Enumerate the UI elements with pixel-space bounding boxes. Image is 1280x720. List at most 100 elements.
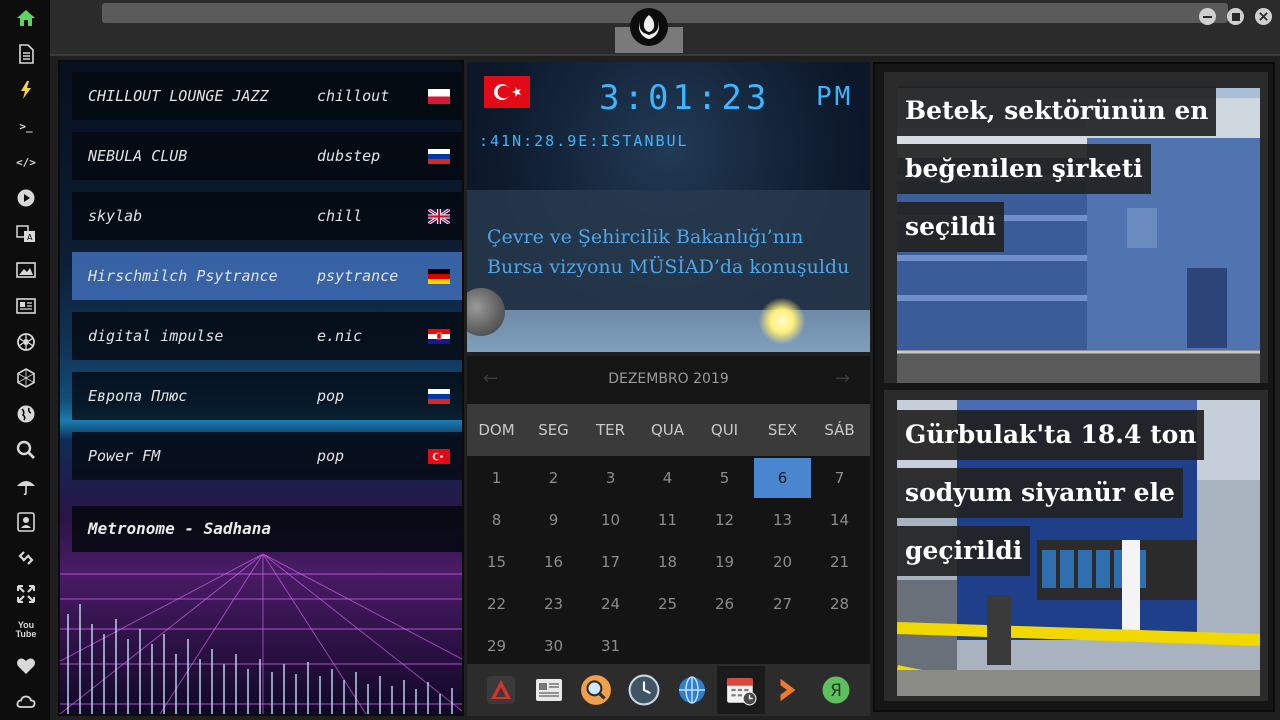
news-panel: Betek, sektörünün en beğenilen şirketi s… bbox=[873, 62, 1275, 712]
clock-ampm: PM bbox=[816, 82, 854, 112]
image-icon[interactable] bbox=[13, 257, 39, 283]
contact-icon[interactable] bbox=[13, 509, 39, 535]
globe-icon[interactable] bbox=[673, 671, 711, 709]
station-name: Европа Плюс bbox=[88, 387, 188, 405]
play-icon[interactable] bbox=[13, 185, 39, 211]
next-month-button[interactable]: → bbox=[835, 368, 850, 389]
station-name: Hirschmilch Psytrance bbox=[88, 267, 278, 285]
news-card[interactable]: Gürbulak'ta 18.4 ton sodyum siyanür ele … bbox=[884, 390, 1268, 701]
globe-icon[interactable] bbox=[13, 401, 39, 427]
rebel-alliance-logo-icon[interactable] bbox=[630, 8, 668, 46]
heart-icon[interactable] bbox=[13, 653, 39, 679]
calendar-day[interactable]: 4 bbox=[639, 458, 696, 498]
bolt-icon[interactable] bbox=[13, 77, 39, 103]
minimize-button[interactable] bbox=[1199, 8, 1216, 25]
calendar-day[interactable]: 18 bbox=[639, 542, 696, 582]
station-row[interactable]: skylab chill bbox=[72, 192, 462, 240]
station-row[interactable]: digital impulse e.nic bbox=[72, 312, 462, 360]
umbrella-icon[interactable] bbox=[13, 473, 39, 499]
calendar-day[interactable]: 16 bbox=[525, 542, 582, 582]
calendar-day-today[interactable]: 6 bbox=[754, 458, 811, 498]
station-name: CHILLOUT LOUNGE JAZZ bbox=[88, 87, 269, 105]
calendar-day[interactable]: 15 bbox=[468, 542, 525, 582]
weekday-label: QUI bbox=[710, 421, 739, 439]
search-icon[interactable] bbox=[13, 437, 39, 463]
calendar-day[interactable]: 30 bbox=[525, 626, 582, 666]
now-playing-bar[interactable]: Metronome - Sadhana bbox=[72, 506, 462, 552]
station-genre: dubstep bbox=[317, 147, 381, 165]
calendar: ← DEZEMBRO 2019 → DOM SEG TER QUA QUI SE… bbox=[467, 356, 870, 664]
newspaper-icon[interactable] bbox=[530, 671, 568, 709]
link-icon[interactable] bbox=[13, 545, 39, 571]
now-playing-track: Metronome - Sadhana bbox=[88, 519, 272, 538]
calendar-day[interactable]: 13 bbox=[754, 500, 811, 540]
weekday-label: SÁB bbox=[824, 421, 855, 439]
headline-ticker[interactable]: Çevre ve Şehircilik Bakanlığı’nın Bursa … bbox=[467, 190, 870, 310]
document-icon[interactable] bbox=[13, 41, 39, 67]
audio-visualizer bbox=[60, 553, 462, 714]
app-dock: Я bbox=[467, 664, 870, 716]
calendar-day[interactable]: 1 bbox=[468, 458, 525, 498]
station-row[interactable]: Европа Плюс pop bbox=[72, 372, 462, 420]
uk-flag-icon bbox=[428, 209, 450, 224]
youtube-icon[interactable]: You Tube bbox=[13, 617, 39, 643]
station-name: Power FM bbox=[88, 447, 161, 465]
calendar-day[interactable]: 17 bbox=[582, 542, 639, 582]
calendar-day[interactable]: 20 bbox=[754, 542, 811, 582]
station-genre: psytrance bbox=[317, 267, 399, 285]
desktop: >_ </> A You Tube CHILLOUT LOUNGE JAZZ c… bbox=[0, 0, 1280, 720]
calendar-day[interactable]: 14 bbox=[811, 500, 868, 540]
clock-time: 3:01:23 bbox=[599, 78, 771, 118]
calendar-day[interactable]: 7 bbox=[811, 458, 868, 498]
calendar-day[interactable]: 22 bbox=[468, 584, 525, 624]
calendar-day[interactable]: 23 bbox=[525, 584, 582, 624]
sun-icon bbox=[759, 298, 805, 344]
hexagon-icon[interactable] bbox=[13, 365, 39, 391]
news-headline: Gürbulak'ta 18.4 ton sodyum siyanür ele … bbox=[897, 410, 1227, 584]
newspaper-icon[interactable] bbox=[13, 293, 39, 319]
calendar-day[interactable]: 27 bbox=[754, 584, 811, 624]
station-row[interactable]: CHILLOUT LOUNGE JAZZ chillout bbox=[72, 72, 462, 120]
calendar-day[interactable]: 9 bbox=[525, 500, 582, 540]
code-icon[interactable]: </> bbox=[13, 149, 39, 175]
orange-chevron-icon[interactable] bbox=[769, 671, 807, 709]
close-button[interactable] bbox=[1255, 8, 1272, 25]
calendar-day[interactable]: 29 bbox=[468, 626, 525, 666]
maximize-button[interactable] bbox=[1227, 8, 1244, 25]
home-icon[interactable] bbox=[13, 5, 39, 31]
calendar-day[interactable]: 12 bbox=[696, 500, 753, 540]
calendar-day[interactable]: 8 bbox=[468, 500, 525, 540]
aperture-icon[interactable] bbox=[13, 329, 39, 355]
calendar-day[interactable]: 19 bbox=[696, 542, 753, 582]
calendar-day[interactable]: 24 bbox=[582, 584, 639, 624]
calendar-month: DEZEMBRO 2019 bbox=[608, 371, 729, 387]
calendar-day[interactable]: 10 bbox=[582, 500, 639, 540]
calendar-day[interactable]: 11 bbox=[639, 500, 696, 540]
expand-icon[interactable] bbox=[13, 581, 39, 607]
calendar-day[interactable]: 31 bbox=[582, 626, 639, 666]
translate-icon[interactable]: A bbox=[13, 221, 39, 247]
terminal-icon[interactable]: >_ bbox=[13, 113, 39, 139]
calendar-day[interactable]: 3 bbox=[582, 458, 639, 498]
calendar-icon[interactable] bbox=[717, 666, 765, 714]
calendar-day[interactable]: 28 bbox=[811, 584, 868, 624]
calendar-day[interactable]: 21 bbox=[811, 542, 868, 582]
magnifier-icon[interactable] bbox=[577, 671, 615, 709]
red-triangle-icon[interactable] bbox=[482, 671, 520, 709]
station-row-active[interactable]: Hirschmilch Psytrance psytrance bbox=[72, 252, 462, 300]
weekday-label: TER bbox=[595, 421, 626, 439]
calendar-header: ← DEZEMBRO 2019 → bbox=[467, 356, 870, 404]
cloud-icon[interactable] bbox=[13, 689, 39, 715]
news-card[interactable]: Betek, sektörünün en beğenilen şirketi s… bbox=[884, 72, 1268, 383]
station-row[interactable]: Power FM pop bbox=[72, 432, 462, 480]
calendar-day[interactable]: 26 bbox=[696, 584, 753, 624]
yandex-icon[interactable]: Я bbox=[817, 671, 855, 709]
calendar-day[interactable]: 5 bbox=[696, 458, 753, 498]
clock-location: :41N:28.9E:ISTANBUL bbox=[479, 132, 689, 150]
calendar-day[interactable]: 2 bbox=[525, 458, 582, 498]
side-rail: >_ </> A You Tube bbox=[0, 0, 50, 720]
poland-flag-icon bbox=[428, 89, 450, 104]
station-row[interactable]: NEBULA CLUB dubstep bbox=[72, 132, 462, 180]
calendar-day[interactable]: 25 bbox=[639, 584, 696, 624]
clock-icon[interactable] bbox=[625, 671, 663, 709]
